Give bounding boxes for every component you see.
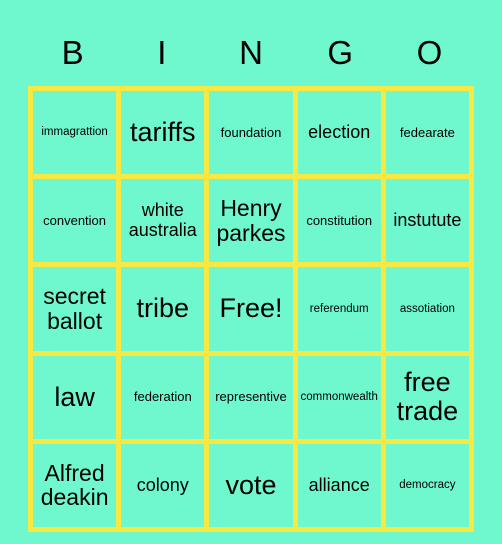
- bingo-cell[interactable]: convention: [33, 179, 117, 263]
- bingo-cell-label: federation: [133, 389, 192, 405]
- bingo-cell-label: commonwealth: [300, 390, 378, 403]
- bingo-cell-label: democracy: [399, 479, 456, 492]
- bingo-grid: immagrattion tariffs foundation election fed…: [28, 86, 474, 532]
- bingo-cell-label: Henry parkes: [216, 194, 286, 246]
- bingo-cell-label: assotiation: [399, 302, 455, 315]
- bingo-cell-label: alliance: [308, 474, 370, 495]
- bingo-cell-label: referendum: [309, 302, 369, 315]
- bingo-cell-label: tribe: [136, 293, 190, 324]
- bingo-cell-label: Alfred deakin: [40, 459, 109, 511]
- bingo-cell-label: colony: [136, 474, 189, 495]
- bingo-cell-label: secret ballot: [43, 283, 106, 334]
- bingo-cell-label: Free!: [219, 293, 283, 324]
- bingo-cell-label: constitution: [306, 212, 373, 228]
- bingo-cell-label: free trade: [396, 367, 459, 427]
- header-letter-b: B: [61, 33, 84, 71]
- bingo-cell-label: foundation: [220, 124, 282, 140]
- bingo-cell[interactable]: assotiation: [385, 267, 469, 351]
- header-letter-o: O: [416, 33, 443, 71]
- bingo-cell-label: instutute: [393, 210, 462, 231]
- bingo-cell[interactable]: representive: [209, 355, 293, 439]
- bingo-cell-label: vote: [225, 469, 277, 500]
- bingo-cell[interactable]: white australia: [121, 179, 205, 263]
- header-letter-n: N: [239, 33, 263, 71]
- bingo-header: B I N G O: [28, 18, 474, 86]
- bingo-cell[interactable]: foundation: [209, 91, 293, 175]
- bingo-cell[interactable]: election: [297, 91, 381, 175]
- bingo-cell-label: fedearate: [399, 124, 455, 140]
- header-letter-i: I: [157, 33, 167, 71]
- bingo-cell-label: election: [308, 121, 371, 142]
- bingo-cell-label: convention: [43, 212, 107, 228]
- bingo-cell-label: immagrattion: [41, 126, 108, 139]
- bingo-cell[interactable]: law: [33, 355, 117, 439]
- bingo-cell-label: tariffs: [130, 117, 196, 148]
- bingo-cell[interactable]: colony: [121, 443, 205, 527]
- bingo-cell-label: representive: [215, 389, 287, 405]
- bingo-cell[interactable]: tribe: [121, 267, 205, 351]
- bingo-cell[interactable]: vote: [209, 443, 293, 527]
- bingo-cell[interactable]: immagrattion: [33, 91, 117, 175]
- bingo-cell[interactable]: tariffs: [121, 91, 205, 175]
- bingo-cell[interactable]: democracy: [385, 443, 469, 527]
- bingo-cell[interactable]: free trade: [385, 355, 469, 439]
- bingo-cell[interactable]: fedearate: [385, 91, 469, 175]
- bingo-cell-label: white australia: [128, 200, 197, 240]
- bingo-cell[interactable]: commonwealth: [297, 355, 381, 439]
- bingo-cell[interactable]: constitution: [297, 179, 381, 263]
- bingo-card: B I N G O immagrattion tariffs foundation e…: [0, 0, 502, 544]
- bingo-cell[interactable]: referendum: [297, 267, 381, 351]
- bingo-cell[interactable]: instutute: [385, 179, 469, 263]
- bingo-cell[interactable]: secret ballot: [33, 267, 117, 351]
- bingo-free-space-cell[interactable]: Free!: [209, 267, 293, 351]
- bingo-cell[interactable]: Henry parkes: [209, 179, 293, 263]
- bingo-cell[interactable]: alliance: [297, 443, 381, 527]
- bingo-cell[interactable]: Alfred deakin: [33, 443, 117, 527]
- header-letter-g: G: [327, 33, 354, 71]
- bingo-cell[interactable]: federation: [121, 355, 205, 439]
- bingo-cell-label: law: [54, 381, 95, 412]
